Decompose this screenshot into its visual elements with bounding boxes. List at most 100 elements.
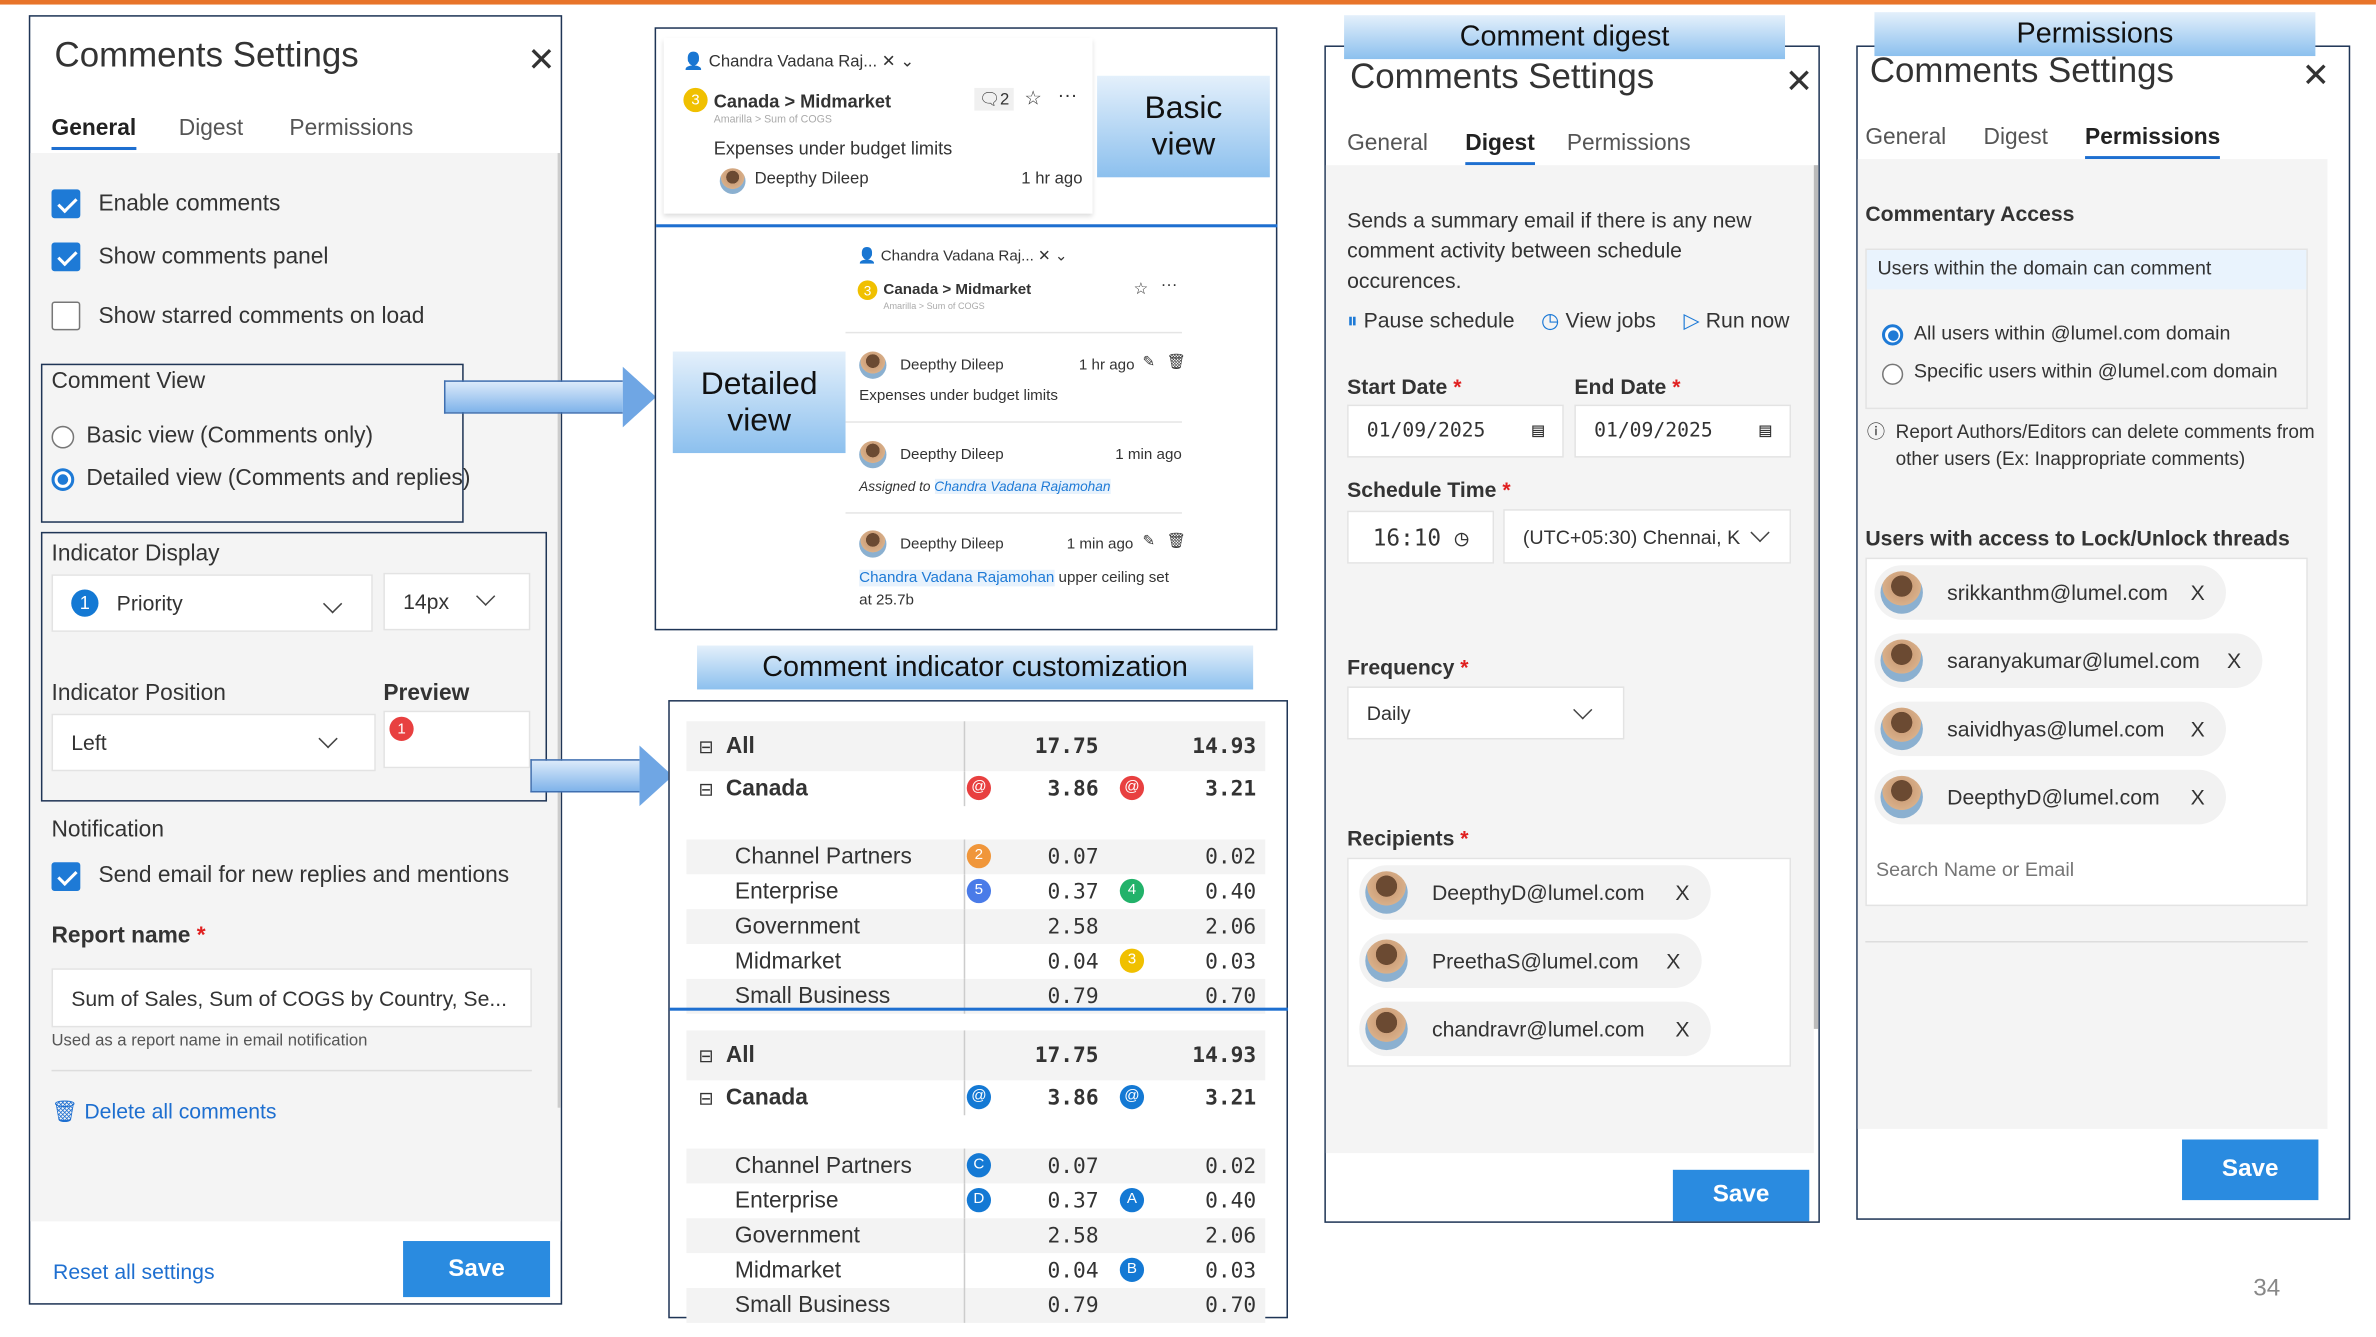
more-icon[interactable]: ··· — [1161, 276, 1178, 294]
detailed-view-radio[interactable] — [51, 468, 75, 491]
comment-indicator-badge[interactable]: @ — [966, 1084, 992, 1109]
basic-view-radio[interactable] — [51, 425, 75, 449]
edit-icon[interactable]: ✎ — [1143, 533, 1156, 550]
comment-indicator-badge[interactable]: B — [1119, 1256, 1145, 1282]
value-cell: 0.79 — [1047, 984, 1099, 1009]
remove-icon[interactable]: X — [1675, 1017, 1689, 1041]
schedule-time-input[interactable]: 16:10 ◷ — [1347, 510, 1495, 564]
remove-icon[interactable]: X — [2191, 580, 2205, 604]
tab-permissions[interactable]: Permissions — [289, 115, 413, 141]
save-button[interactable]: Save — [403, 1241, 551, 1298]
close-icon[interactable]: ✕ — [2302, 56, 2330, 95]
star-icon[interactable]: ☆ — [1133, 279, 1148, 298]
indicator-size-select[interactable]: 14px — [383, 572, 531, 631]
table-row[interactable]: ⊟ All 17.75 14.93 — [686, 721, 1266, 772]
comment-indicator-badge[interactable]: D — [966, 1187, 992, 1212]
show-starred-checkbox[interactable] — [51, 301, 81, 331]
comment-indicator-badge[interactable]: 4 — [1119, 878, 1145, 903]
remove-icon[interactable]: X — [1675, 880, 1689, 904]
comment-indicator-badge[interactable]: @ — [966, 775, 992, 800]
send-email-checkbox[interactable] — [51, 862, 81, 891]
assignee-select[interactable]: 👤 Chandra Vadana Raj... ✕ ⌄ — [858, 249, 1068, 266]
tab-permissions[interactable]: Permissions — [1567, 130, 1691, 156]
tab-digest[interactable]: Digest — [179, 115, 243, 141]
table-row[interactable]: Midmarket 0.04 0.03 3 — [686, 944, 1266, 979]
tab-digest[interactable]: Digest — [1984, 124, 2048, 150]
comment-indicator-badge[interactable]: A — [1119, 1187, 1145, 1212]
save-button[interactable]: Save — [1672, 1169, 1810, 1222]
comment-time: 1 min ago — [1115, 447, 1182, 464]
comment-indicator-badge[interactable]: @ — [1119, 1084, 1145, 1109]
mention-link[interactable]: Chandra Vadana Rajamohan — [859, 569, 1055, 587]
section-title: Comment View — [51, 368, 206, 394]
table-row[interactable]: Channel Partners 0.07 0.02 2 — [686, 839, 1266, 875]
table-row[interactable]: ⊟ All 17.75 14.93 — [686, 1030, 1266, 1081]
table-row[interactable]: Enterprise 0.37 0.40 D A — [686, 1183, 1266, 1219]
trash-icon[interactable]: 🗑 — [1167, 533, 1186, 550]
all-users-radio[interactable] — [1882, 324, 1904, 346]
table-row[interactable]: Channel Partners 0.07 0.02 C — [686, 1148, 1266, 1184]
table-row[interactable]: Small Business 0.79 0.70 — [686, 1288, 1266, 1323]
calendar-icon[interactable]: ▤ — [1760, 420, 1772, 443]
table-row[interactable]: Government 2.58 2.06 — [686, 909, 1266, 945]
remove-icon[interactable]: X — [2191, 785, 2205, 809]
basic-comment-card[interactable]: 👤 Chandra Vadana Raj... ✕ ⌄ 3 Canada > M… — [663, 37, 1093, 214]
table-row[interactable]: Government 2.58 2.06 — [686, 1218, 1266, 1254]
table-row[interactable]: Midmarket 0.04 0.03 B — [686, 1253, 1266, 1289]
reset-all-settings-link[interactable]: Reset all settings — [53, 1259, 215, 1283]
comment-indicator-badge[interactable]: C — [966, 1152, 992, 1177]
comment-indicator-badge[interactable]: 3 — [1119, 947, 1145, 973]
calendar-icon[interactable]: ▤ — [1532, 420, 1544, 443]
remove-icon[interactable]: X — [1666, 949, 1680, 973]
comment-indicator-badge[interactable]: 5 — [966, 878, 992, 903]
save-button[interactable]: Save — [2182, 1139, 2319, 1201]
clock-icon: ◷ — [1541, 307, 1560, 332]
tab-general[interactable]: General — [1347, 130, 1428, 156]
more-icon[interactable]: ··· — [1058, 83, 1078, 106]
tab-general[interactable]: General — [1865, 124, 1946, 150]
report-name-input[interactable]: Sum of Sales, Sum of COGS by Country, Se… — [51, 968, 532, 1028]
tab-permissions[interactable]: Permissions — [2085, 124, 2221, 160]
tab-digest[interactable]: Digest — [1465, 130, 1535, 166]
edit-icon[interactable]: ✎ — [1143, 355, 1156, 372]
collapse-icon[interactable]: ⊟ — [699, 778, 714, 799]
select-value: 14px — [403, 589, 450, 614]
matrix-table-initials: ⊟ All 17.75 14.93 ⊟ Canada 3.86 3.21 @ @ Channel P… — [686, 1030, 1271, 1323]
comment-indicator-badge[interactable]: @ — [1119, 775, 1145, 800]
assignee-select[interactable]: 👤 Chandra Vadana Raj... ✕ ⌄ — [683, 52, 914, 71]
basic-view-callout: Basic view — [1097, 75, 1270, 178]
scrollbar[interactable] — [557, 153, 561, 1108]
remove-icon[interactable]: X — [2191, 717, 2205, 741]
enable-comments-checkbox[interactable] — [51, 189, 81, 219]
run-now-button[interactable]: ▷ Run now — [1683, 308, 1789, 334]
collapse-icon[interactable]: ⊟ — [699, 1087, 714, 1108]
comment-indicator-badge[interactable]: 2 — [966, 843, 992, 868]
delete-all-comments-link[interactable]: 🗑 Delete all comments — [52, 1099, 277, 1125]
section-title: Indicator Position — [51, 680, 226, 707]
comment-text: Expenses under budget limits — [713, 137, 953, 160]
close-icon[interactable]: ✕ — [527, 41, 555, 80]
row-label: Midmarket — [734, 948, 842, 975]
pause-schedule-button[interactable]: ⏸ Pause schedule — [1347, 308, 1514, 334]
table-row[interactable]: ⊟ Canada 3.86 3.21 @ @ — [686, 771, 1266, 807]
trash-icon[interactable]: 🗑 — [1167, 355, 1186, 372]
show-comments-panel-checkbox[interactable] — [51, 242, 81, 272]
table-row[interactable]: ⊟ Canada 3.86 3.21 @ @ — [686, 1080, 1266, 1116]
table-row[interactable]: Enterprise 0.37 0.40 5 4 — [686, 874, 1266, 910]
scrollbar[interactable] — [1813, 165, 1819, 1029]
clock-icon[interactable]: ◷ — [1455, 524, 1469, 551]
tab-general[interactable]: General — [51, 115, 136, 151]
view-jobs-button[interactable]: ◷ View jobs — [1541, 308, 1656, 334]
timezone-select[interactable]: (UTC+05:30) Chennai, K — [1503, 509, 1792, 564]
search-user-input[interactable] — [1875, 850, 2286, 887]
reply-count[interactable]: 🗨2 — [974, 87, 1014, 111]
collapse-icon[interactable]: ⊟ — [699, 736, 714, 757]
specific-users-radio[interactable] — [1882, 363, 1904, 385]
remove-icon[interactable]: X — [2227, 649, 2241, 673]
collapse-icon[interactable]: ⊟ — [699, 1045, 714, 1066]
close-icon[interactable]: ✕ — [1785, 62, 1813, 101]
mention-link[interactable]: Chandra Vadana Rajamohan — [934, 478, 1111, 494]
end-date-input[interactable]: 01/09/2025 ▤ — [1574, 404, 1792, 458]
start-date-input[interactable]: 01/09/2025 ▤ — [1347, 404, 1564, 458]
star-icon[interactable]: ☆ — [1024, 86, 1042, 110]
